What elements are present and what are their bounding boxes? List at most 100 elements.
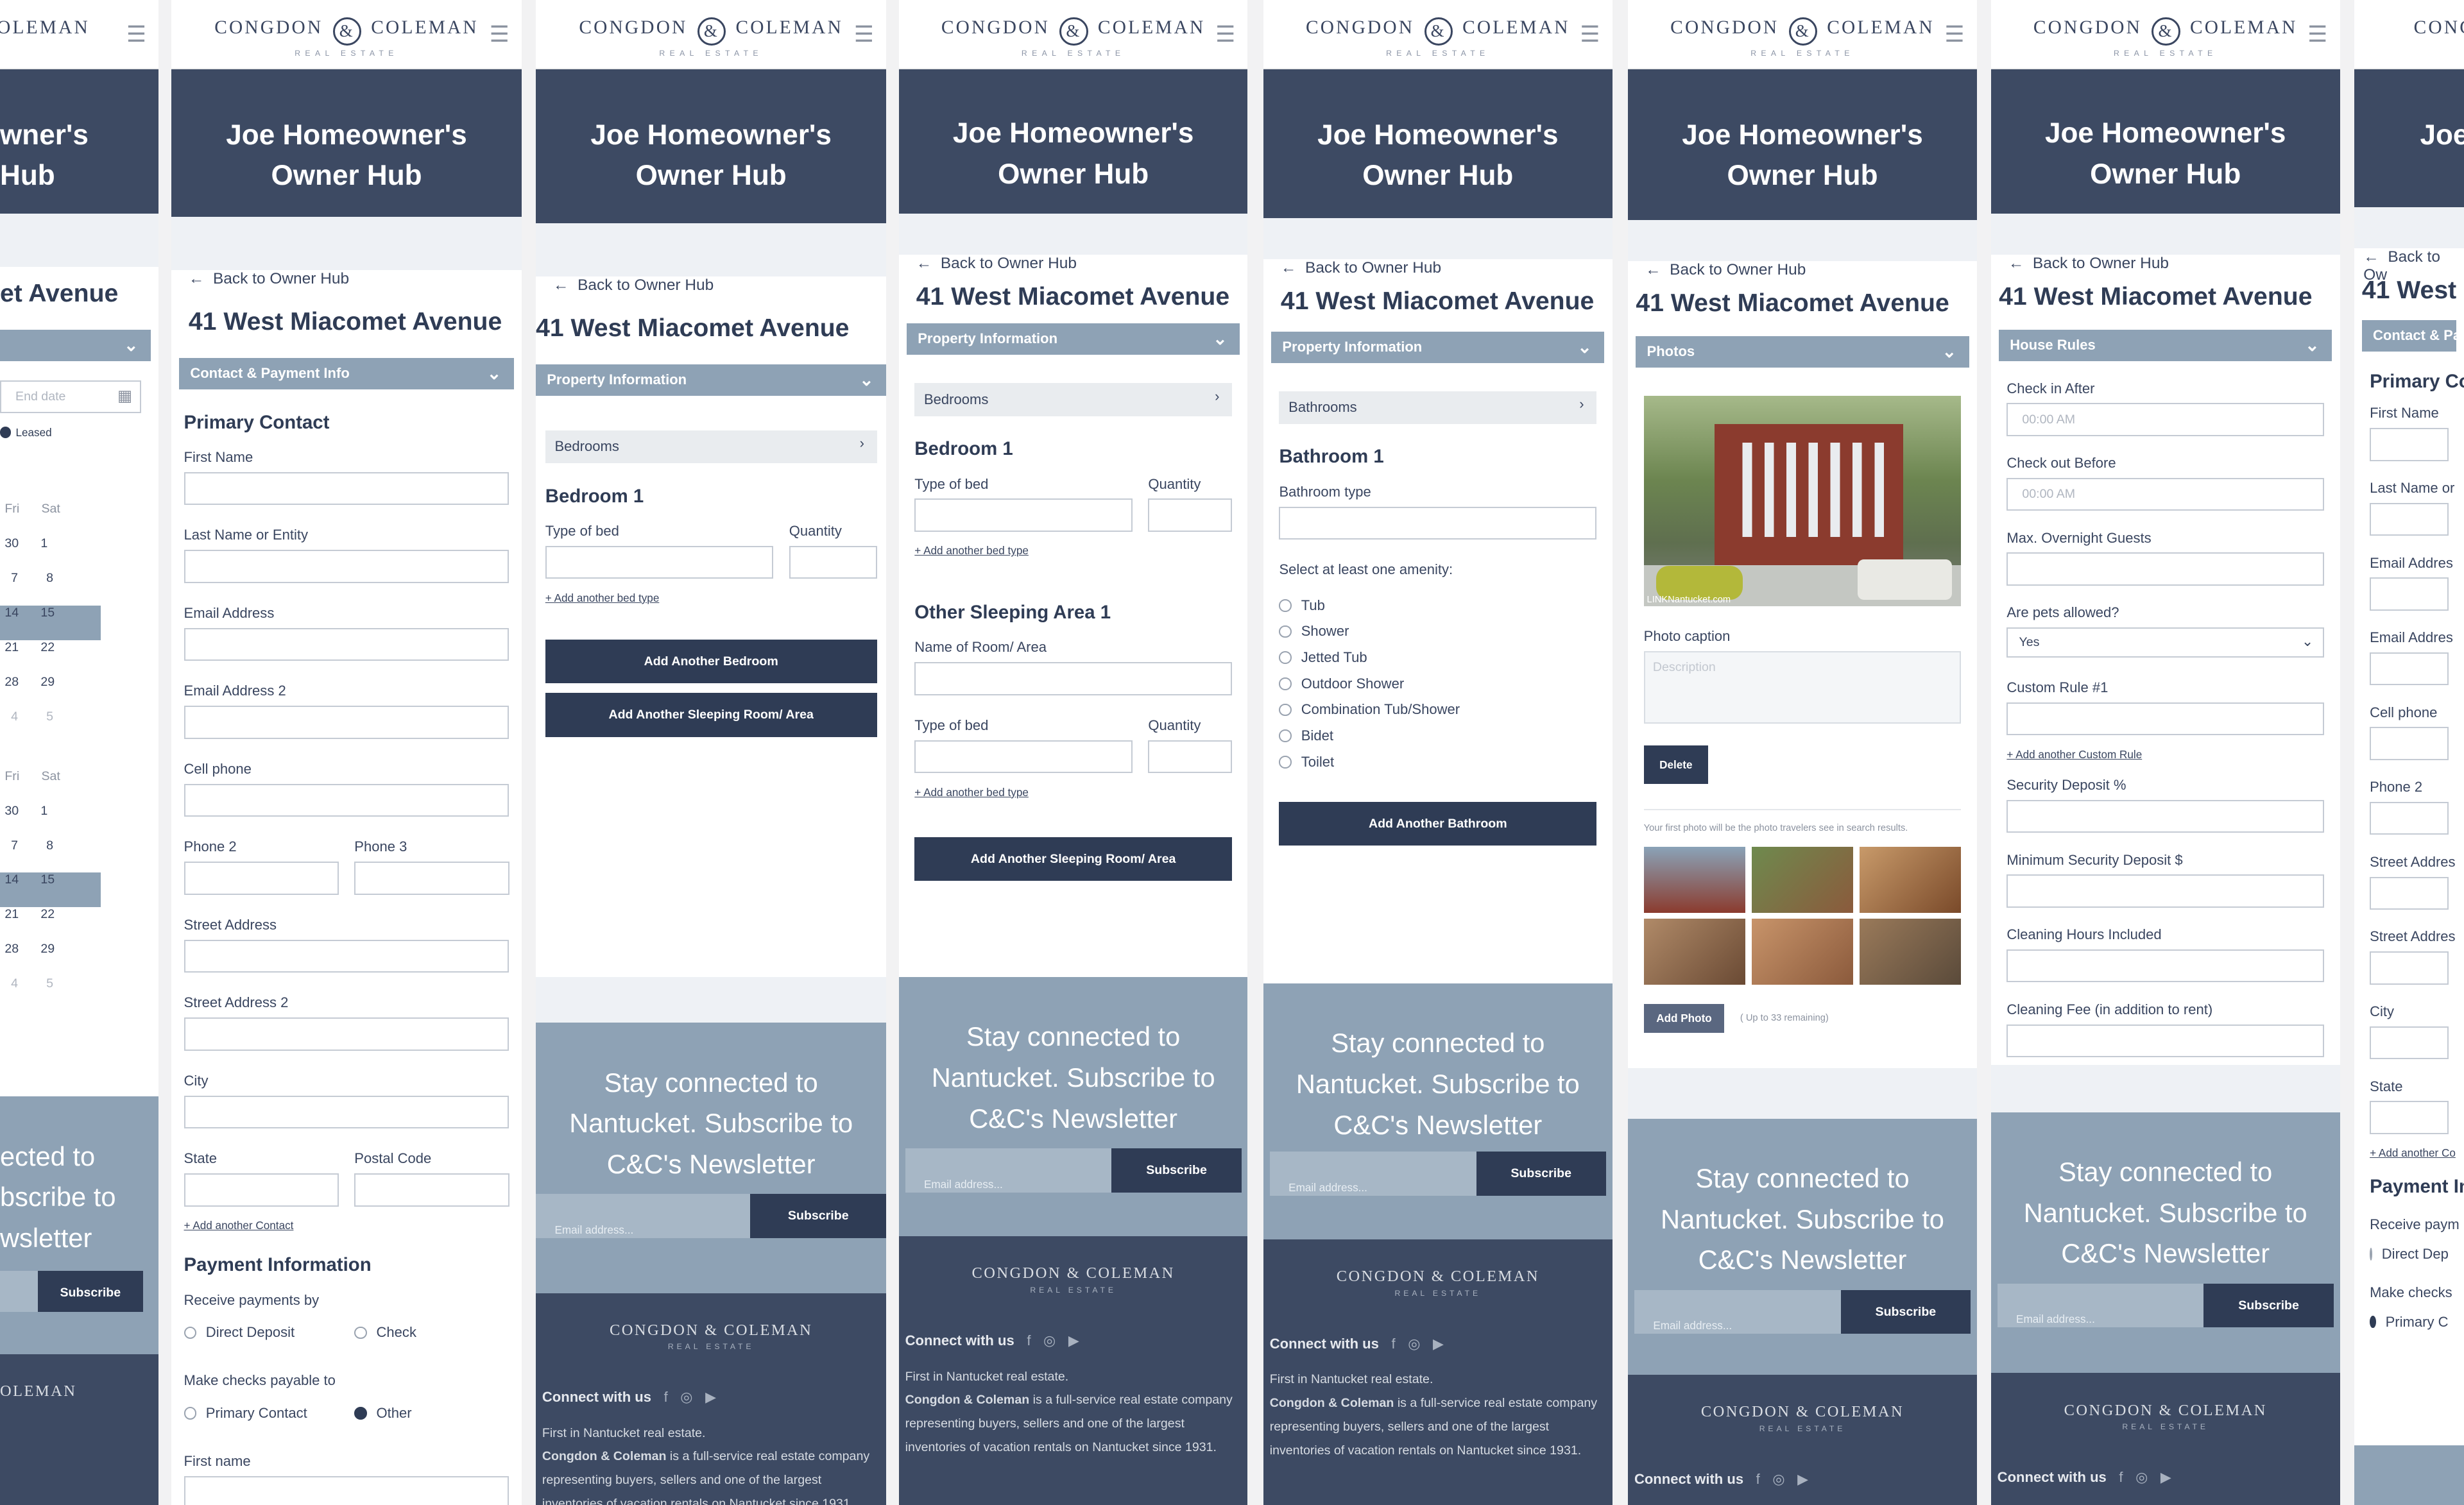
email-input[interactable] — [184, 627, 509, 661]
primary-contact-radio[interactable]: Primary Contact — [184, 1405, 339, 1422]
date-cell-leased[interactable]: 14 — [4, 606, 19, 640]
amenity-option[interactable]: Outdoor Shower — [1279, 676, 1596, 692]
date-cell[interactable]: 28 — [4, 675, 19, 710]
date-cell[interactable]: 22 — [40, 907, 55, 942]
photo-caption-input[interactable]: Description — [1643, 651, 1962, 724]
amenity-option[interactable]: Combination Tub/Shower — [1279, 701, 1596, 718]
add-custom-rule-link[interactable]: + Add another Custom Rule — [2006, 748, 2324, 761]
check-out-input[interactable]: 00:00 AM — [2006, 477, 2325, 511]
text-input[interactable] — [2370, 951, 2449, 985]
photo-thumbnail[interactable] — [1643, 919, 1746, 985]
bed-quantity-input-2[interactable] — [1148, 740, 1232, 774]
text-input[interactable] — [2370, 1101, 2449, 1134]
delete-button[interactable]: Delete — [1643, 745, 1709, 785]
last-name-input[interactable] — [184, 550, 509, 583]
photo-thumbnail[interactable] — [1859, 846, 1962, 913]
menu-icon[interactable]: ☰ — [490, 24, 509, 46]
section-bar-property[interactable]: Property Information ⌄ — [907, 323, 1240, 355]
section-bar-contact[interactable]: Contact & Pay — [2361, 320, 2464, 352]
amenity-option[interactable]: Tub — [1279, 597, 1596, 614]
amenity-option[interactable]: Jetted Tub — [1279, 649, 1596, 666]
subscribe-button[interactable]: Subscribe — [750, 1194, 887, 1238]
email-input[interactable]: Email address... — [1269, 1152, 1476, 1196]
back-link[interactable]: ← Back to Owner Hub — [171, 270, 522, 295]
photo-thumbnail[interactable] — [1751, 919, 1854, 985]
facebook-icon[interactable]: f — [1391, 1336, 1395, 1352]
section-bar-property[interactable]: Property Information ⌄ — [1271, 331, 1605, 363]
city-input[interactable] — [184, 1095, 509, 1129]
bed-type-input-2[interactable] — [914, 740, 1133, 774]
phone3-input[interactable] — [354, 862, 509, 895]
back-link[interactable]: ← Back to Owner Hub — [1991, 255, 2340, 280]
date-cell[interactable]: 21 — [4, 640, 19, 675]
date-cell[interactable]: 7 — [11, 838, 18, 873]
cleaning-fee-input[interactable] — [2006, 1024, 2325, 1058]
section-bar-photos[interactable]: Photos ⌄ — [1636, 336, 1969, 368]
date-cell[interactable]: 5 — [46, 710, 53, 744]
date-cell[interactable]: 1 — [40, 536, 47, 571]
phone2-input[interactable] — [184, 862, 339, 895]
text-input[interactable] — [2370, 502, 2449, 536]
back-link[interactable]: ← Back to Owner Hub — [536, 276, 886, 302]
back-link[interactable]: ← Back to Owner Hub — [1628, 261, 1977, 286]
date-cell[interactable]: 8 — [46, 838, 53, 873]
date-cell[interactable]: 4 — [11, 976, 18, 1011]
email-input[interactable]: Email address... — [1634, 1289, 1841, 1334]
primary-contact-radio[interactable]: Primary C — [2370, 1314, 2449, 1331]
amenity-option[interactable]: Shower — [1279, 623, 1596, 640]
photo-thumbnail[interactable] — [1859, 919, 1962, 985]
bathrooms-accordion[interactable]: Bathrooms › — [1279, 391, 1597, 425]
add-bathroom-button[interactable]: Add Another Bathroom — [1279, 801, 1597, 846]
section-bar-contact[interactable]: Contact & Payment Info ⌄ — [179, 358, 514, 390]
text-input[interactable] — [2370, 577, 2449, 611]
text-input[interactable] — [2370, 876, 2449, 910]
date-cell[interactable]: 21 — [4, 907, 19, 942]
amenity-option[interactable]: Toilet — [1279, 754, 1596, 770]
youtube-icon[interactable]: ▶ — [1068, 1332, 1079, 1348]
instagram-icon[interactable]: ◎ — [680, 1389, 692, 1405]
menu-icon[interactable]: ☰ — [126, 24, 146, 46]
text-input[interactable] — [2370, 1026, 2449, 1060]
room-name-input[interactable] — [914, 662, 1232, 695]
instagram-icon[interactable]: ◎ — [2135, 1469, 2148, 1485]
email-input[interactable]: Email address... — [1997, 1283, 2204, 1328]
subscribe-button[interactable]: Subscribe — [1111, 1148, 1242, 1193]
subscribe-button[interactable]: Subscribe — [1476, 1152, 1606, 1196]
section-bar-property[interactable]: Property Information ⌄ — [536, 364, 887, 396]
facebook-icon[interactable]: f — [1756, 1471, 1760, 1487]
date-cell[interactable]: 1 — [40, 804, 47, 838]
back-link[interactable]: ← Back to Owner Hub — [899, 255, 1248, 280]
state-input[interactable] — [184, 1173, 339, 1207]
postal-input[interactable] — [354, 1173, 509, 1207]
text-input[interactable] — [2370, 428, 2449, 461]
bedrooms-accordion[interactable]: Bedrooms › — [545, 430, 877, 464]
add-sleeping-area-button[interactable]: Add Another Sleeping Room/ Area — [914, 837, 1232, 881]
email-input[interactable]: Email address... — [536, 1194, 751, 1238]
bedrooms-accordion[interactable]: Bedrooms › — [914, 383, 1232, 416]
text-input[interactable] — [2370, 802, 2449, 835]
max-guests-input[interactable] — [2006, 552, 2325, 586]
email-input[interactable]: Email address... — [905, 1148, 1112, 1193]
section-bar-house-rules[interactable]: House Rules ⌄ — [1999, 330, 2332, 362]
cell-phone-input[interactable] — [184, 783, 509, 817]
youtube-icon[interactable]: ▶ — [1797, 1471, 1808, 1487]
add-sleeping-area-button[interactable]: Add Another Sleeping Room/ Area — [545, 693, 877, 737]
youtube-icon[interactable]: ▶ — [705, 1389, 716, 1405]
bathroom-type-input[interactable] — [1279, 506, 1597, 540]
bed-type-input[interactable] — [545, 545, 774, 579]
facebook-icon[interactable]: f — [2119, 1469, 2123, 1485]
first-name-input-2[interactable] — [184, 1475, 509, 1505]
menu-icon[interactable]: ☰ — [854, 24, 874, 46]
date-cell[interactable]: 7 — [11, 571, 18, 606]
custom-rule-input[interactable] — [2006, 702, 2325, 736]
subscribe-button[interactable]: Subscribe — [1840, 1289, 1971, 1334]
first-name-input[interactable] — [184, 472, 509, 506]
email-input[interactable] — [0, 1271, 38, 1312]
check-radio[interactable]: Check — [354, 1324, 509, 1341]
text-input[interactable] — [2370, 727, 2449, 760]
street-input[interactable] — [184, 939, 509, 973]
email2-input[interactable] — [184, 706, 509, 739]
add-contact-link[interactable]: + Add another Co — [2370, 1146, 2456, 1160]
direct-deposit-radio[interactable]: Direct Deposit — [184, 1324, 339, 1341]
direct-deposit-radio[interactable]: Direct Dep — [2370, 1246, 2449, 1263]
